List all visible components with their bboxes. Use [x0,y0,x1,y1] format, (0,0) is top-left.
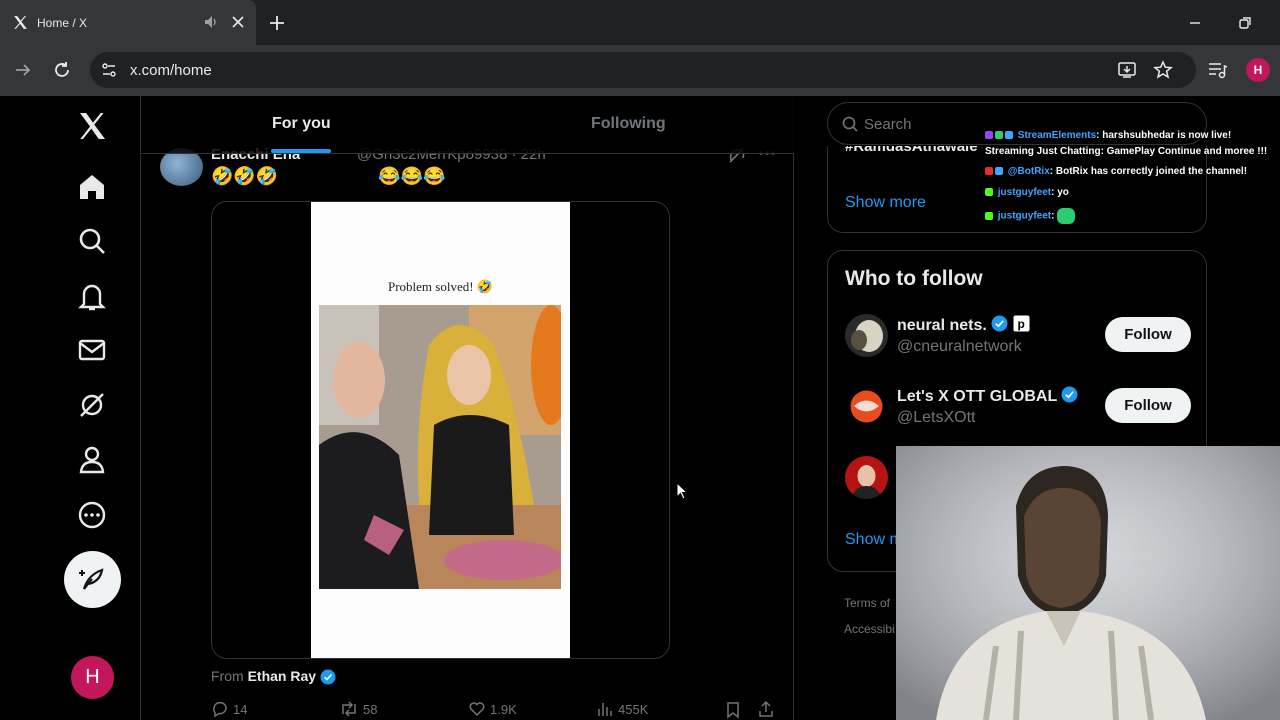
share-icon[interactable] [757,700,775,718]
search-placeholder: Search [864,116,912,133]
minimize-icon[interactable] [1186,14,1204,32]
tweet-video[interactable]: Problem solved! 🤣 [211,201,670,659]
trends-show-more-link[interactable]: Show more [845,194,926,212]
follow-button[interactable]: Follow [1105,317,1191,352]
chat-line: StreamElements: harshsubhedar is now liv… [985,130,1231,141]
repost-button[interactable]: 58 [339,700,377,720]
reply-count: 14 [233,701,248,717]
chat-line: @BotRix: BotRix has correctly joined the… [985,166,1247,177]
bookmark-star-icon[interactable] [1153,60,1173,80]
svg-text:p: p [1017,317,1024,331]
footer-accessibility-link[interactable]: Accessibi [844,622,895,636]
install-app-icon[interactable] [1117,60,1137,80]
webcam-feed-image [896,446,1280,720]
url-text[interactable]: x.com/home [130,62,212,79]
timeline-column: For you Following Enacchi Ena @Gn3c2Merr… [140,96,794,720]
video-frame: Problem solved! 🤣 [311,202,570,658]
suggestion-name[interactable]: neural nets. p [897,315,1030,335]
messages-icon[interactable] [76,334,108,366]
who-to-follow-title: Who to follow [845,267,983,290]
video-caption: Problem solved! 🤣 [387,279,493,294]
suggestion-handle[interactable]: @cneuralnetwork [897,338,1022,356]
tab-title: Home / X [37,16,88,30]
browser-toolbar: x.com/home H [0,45,1280,96]
restore-icon[interactable] [1236,14,1254,32]
affiliate-badge-icon: p [1013,315,1030,332]
suggestion-avatar[interactable] [845,456,888,499]
explore-icon[interactable] [76,225,108,257]
repost-icon [342,701,356,717]
chat-line: justguyfeet: yo [985,187,1069,198]
views-icon [598,703,612,716]
views-button[interactable]: 455K [596,700,648,720]
verified-badge-icon [1061,386,1078,403]
cat-emote-icon [1057,208,1076,224]
verified-badge-icon [320,669,336,685]
follow-button[interactable]: Follow [1105,388,1191,423]
source-author-name[interactable]: Ethan Ray [248,668,316,684]
heart-icon [469,702,485,717]
chat-line: justguyfeet: [985,208,1077,224]
like-button[interactable]: 1.9K [468,700,517,720]
tab-audio-icon[interactable] [203,14,219,30]
search-icon [842,116,858,132]
reload-icon[interactable] [51,59,73,81]
media-controls-icon[interactable] [1206,59,1228,81]
new-tab-icon[interactable] [267,13,287,33]
trend-item[interactable]: #RamdasAthawale [845,146,978,155]
suggestion-avatar[interactable] [845,314,888,357]
browser-tab[interactable]: Home / X [0,0,256,45]
browser-profile-avatar[interactable]: H [1246,58,1270,82]
views-count: 455K [618,701,649,717]
home-icon[interactable] [76,171,108,203]
tab-for-you[interactable]: For you [272,115,331,133]
suggestion-handle[interactable]: @LetsXOtt [897,409,976,427]
timeline-tabs: For you Following [141,96,794,154]
site-info-icon[interactable] [100,61,118,79]
feather-plus-icon [79,568,104,590]
notifications-icon[interactable] [76,280,108,312]
suggestion-name[interactable]: Let's X OTT GLOBAL [897,386,1078,406]
profile-icon[interactable] [76,444,108,476]
chat-line: Streaming Just Chatting: GamePlay Contin… [985,146,1268,157]
browser-tab-bar: Home / X [0,0,1280,45]
more-icon[interactable] [76,499,108,531]
x-favicon-icon [14,16,27,29]
reply-icon [213,701,227,718]
who-to-follow-show-more-link[interactable]: Show m [845,531,903,549]
address-bar[interactable]: x.com/home [90,52,1196,88]
compose-post-button[interactable] [64,551,121,608]
video-source: From Ethan Ray [211,668,336,685]
repost-count: 58 [363,701,378,717]
tab-close-icon[interactable] [230,14,246,30]
verified-badge-icon [991,315,1008,332]
forward-icon[interactable] [12,59,34,81]
reply-button[interactable]: 14 [211,700,247,720]
footer-terms-link[interactable]: Terms of [844,596,890,610]
suggestion-avatar[interactable] [845,385,888,428]
mouse-cursor-icon [676,482,688,500]
tweet-text: 🤣🤣🤣 😂😂😂 [211,166,446,186]
account-avatar[interactable]: H [71,656,114,699]
tab-following[interactable]: Following [591,115,666,133]
webcam-overlay [896,446,1280,720]
from-label: From [211,668,244,684]
bookmark-icon[interactable] [725,701,741,719]
grok-icon[interactable] [76,389,108,421]
active-tab-indicator [271,149,331,153]
x-logo-icon[interactable] [76,110,108,142]
video-still-image [319,305,561,589]
like-count: 1.9K [490,701,517,717]
